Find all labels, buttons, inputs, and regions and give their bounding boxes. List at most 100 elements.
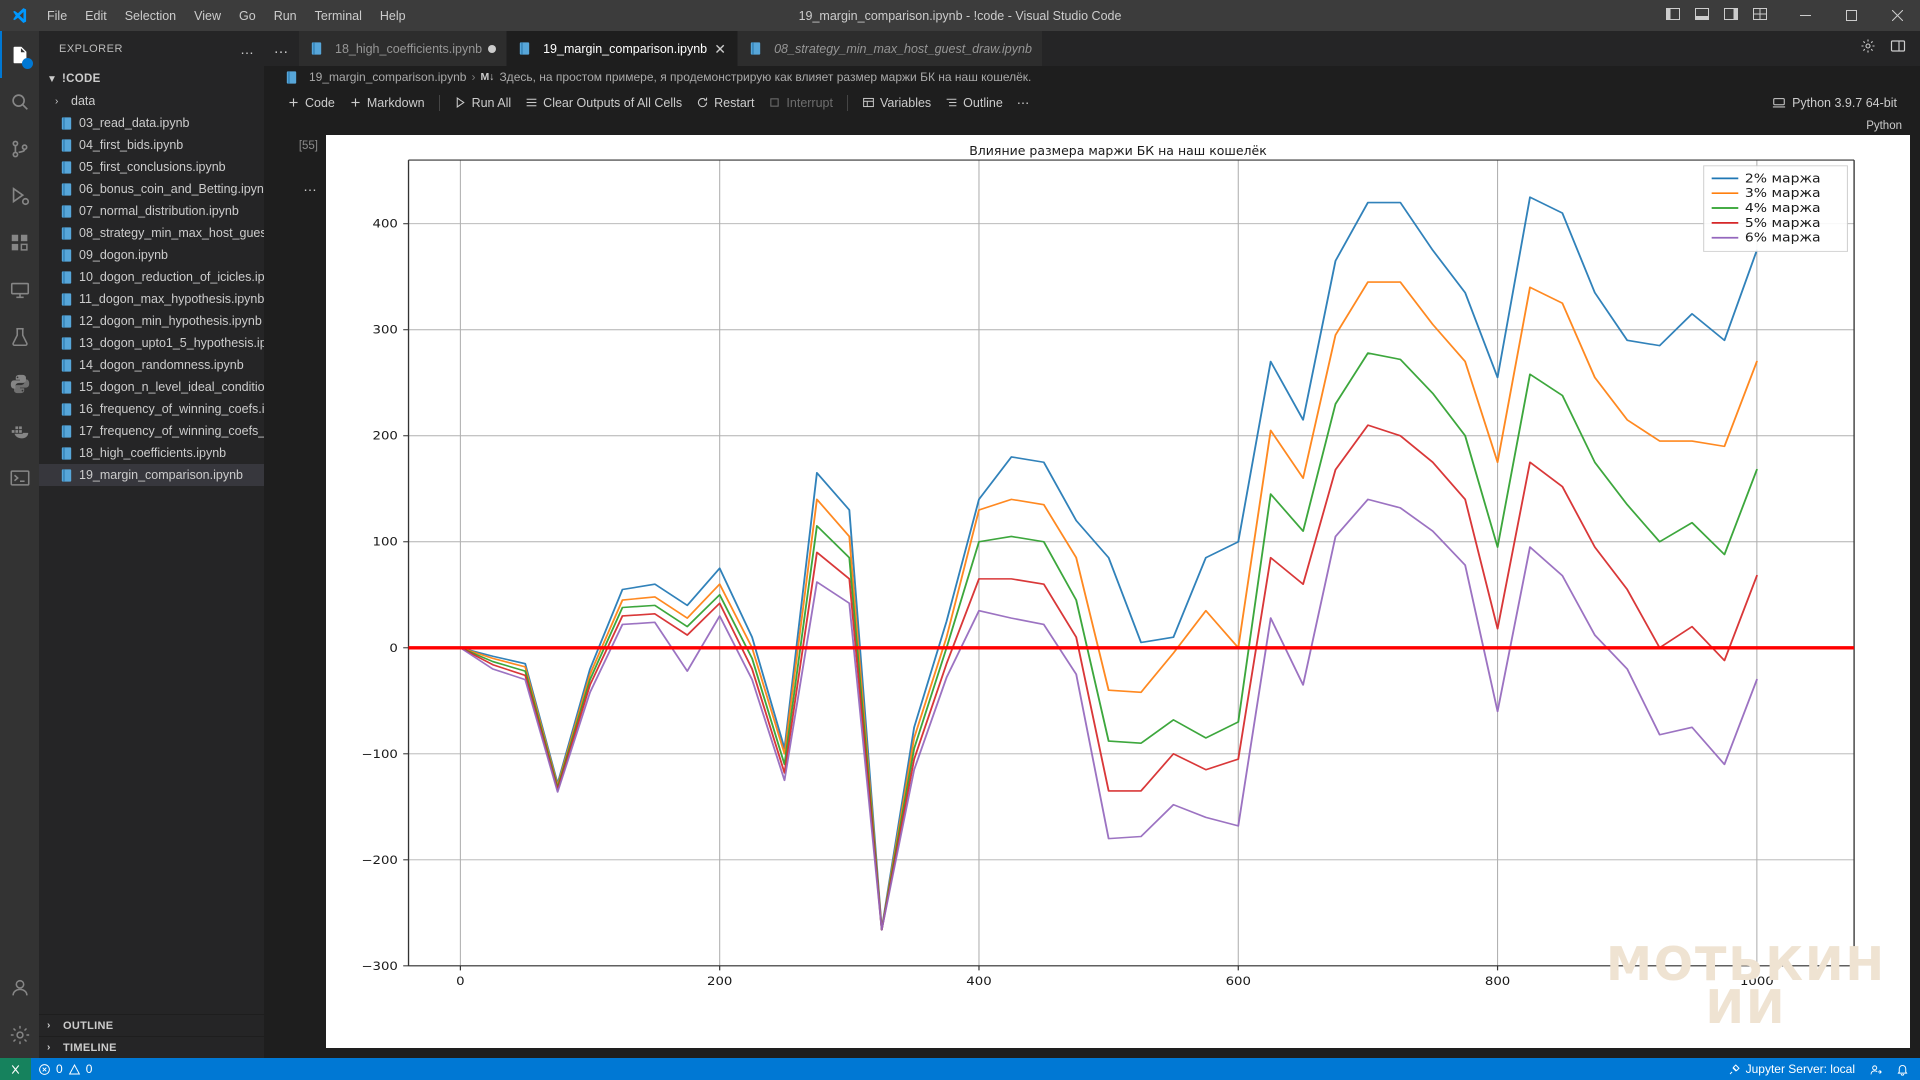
file-item[interactable]: 18_high_coefficients.ipynb <box>39 442 264 464</box>
add-markdown-cell-button[interactable]: Markdown <box>342 93 432 113</box>
breadcrumb-file[interactable]: 19_margin_comparison.ipynb <box>309 70 466 84</box>
file-tree: ▼ !CODE › data 03_read_data.ipynb 04_firs… <box>39 66 264 1014</box>
file-label: 07_normal_distribution.ipynb <box>79 204 239 218</box>
menu-file[interactable]: File <box>38 5 76 27</box>
file-item[interactable]: 19_margin_comparison.ipynb <box>39 464 264 486</box>
file-item[interactable]: 04_first_bids.ipynb <box>39 134 264 156</box>
cell-language-indicator[interactable]: Python <box>264 117 1920 135</box>
file-item[interactable]: 17_frequency_of_winning_coefs_2.ipynb <box>39 420 264 442</box>
y-tick-label: −100 <box>361 747 398 761</box>
chart-canvas: −300 −200 −100 0 100 200 300 400 0 200 400 600 800 10… <box>361 159 1855 988</box>
tab-19-margin-comparison[interactable]: 19_margin_comparison.ipynb ✕ <box>507 30 739 66</box>
tabs-more-icon[interactable]: … <box>264 31 299 66</box>
workspace-root-label: !CODE <box>62 73 101 85</box>
minimize-button[interactable] <box>1782 0 1828 31</box>
x-tick-label: 200 <box>707 974 732 988</box>
menu-selection[interactable]: Selection <box>116 5 185 27</box>
menu-terminal[interactable]: Terminal <box>306 5 371 27</box>
tab-close-icon[interactable]: ✕ <box>713 42 727 56</box>
chevron-right-icon: › <box>47 1042 51 1053</box>
file-item[interactable]: 16_frequency_of_winning_coefs.ipynb <box>39 398 264 420</box>
tab-08-strategy-min-max[interactable]: 08_strategy_min_max_host_guest_draw.ipyn… <box>738 31 1043 66</box>
outline-button[interactable]: Outline <box>938 93 1010 113</box>
interrupt-label: Interrupt <box>786 95 833 110</box>
breadcrumb-cell-text[interactable]: Здесь, на простом примере, я продемонстр… <box>499 70 1031 84</box>
cell-more-actions-icon[interactable]: … <box>303 178 318 194</box>
feedback-button[interactable] <box>1862 1058 1889 1080</box>
file-label: 05_first_conclusions.ipynb <box>79 160 226 174</box>
menu-run[interactable]: Run <box>265 5 306 27</box>
activity-extensions-icon[interactable] <box>0 219 39 266</box>
notebook-icon <box>61 446 72 460</box>
activity-search-icon[interactable] <box>0 78 39 125</box>
toolbar-divider <box>438 94 440 111</box>
file-label: 15_dogon_n_level_ideal_conditions.ipynb <box>79 380 264 394</box>
menu-help[interactable]: Help <box>371 5 415 27</box>
close-button[interactable] <box>1874 0 1920 31</box>
file-item[interactable]: 08_strategy_min_max_host_guest_draw.i... <box>39 222 264 244</box>
split-editor-icon[interactable] <box>1860 38 1876 59</box>
file-label: 08_strategy_min_max_host_guest_draw.i... <box>79 226 264 240</box>
activity-explorer-icon[interactable] <box>0 31 39 78</box>
file-item[interactable]: 09_dogon.ipynb <box>39 244 264 266</box>
activity-run-debug-icon[interactable] <box>0 172 39 219</box>
clear-outputs-button[interactable]: Clear Outputs of All Cells <box>518 93 689 113</box>
tab-18-high-coefficients[interactable]: 18_high_coefficients.ipynb <box>299 31 508 66</box>
customize-layout-icon[interactable] <box>1752 6 1768 25</box>
remote-indicator[interactable] <box>0 1058 31 1080</box>
status-bar: 0 0 Jupyter Server: local <box>0 1058 1920 1080</box>
add-code-cell-button[interactable]: Code <box>280 93 342 113</box>
cell-language-label: Python <box>1866 120 1902 132</box>
maximize-button[interactable] <box>1828 0 1874 31</box>
file-item[interactable]: 13_dogon_upto1_5_hypothesis.ipynb <box>39 332 264 354</box>
file-item[interactable]: 07_normal_distribution.ipynb <box>39 200 264 222</box>
activity-settings-gear-icon[interactable] <box>0 1011 39 1058</box>
activity-python-icon[interactable] <box>0 360 39 407</box>
outline-label: Outline <box>963 95 1003 110</box>
notebook-content: Python [55] … Влияние размера маржи БК н… <box>264 117 1920 1058</box>
jupyter-server-status[interactable]: Jupyter Server: local <box>1721 1058 1862 1080</box>
toolbar-more-icon[interactable]: ⋯ <box>1010 92 1037 113</box>
run-all-button[interactable]: Run All <box>447 93 519 113</box>
restart-kernel-button[interactable]: Restart <box>689 93 761 113</box>
activity-remote-explorer-icon[interactable] <box>0 266 39 313</box>
file-item[interactable]: 05_first_conclusions.ipynb <box>39 156 264 178</box>
toggle-secondary-sidebar-icon[interactable] <box>1723 6 1739 25</box>
editor-more-actions-icon[interactable] <box>1890 38 1906 59</box>
toggle-panel-icon[interactable] <box>1694 6 1710 25</box>
workspace-root[interactable]: ▼ !CODE <box>39 68 264 90</box>
menu-view[interactable]: View <box>185 5 230 27</box>
activity-accounts-icon[interactable] <box>0 964 39 1011</box>
file-item[interactable]: 14_dogon_randomness.ipynb <box>39 354 264 376</box>
bell-icon <box>1897 1064 1908 1076</box>
y-tick-label: 400 <box>373 217 398 231</box>
title-bar: File Edit Selection View Go Run Terminal… <box>0 0 1920 31</box>
file-item[interactable]: 06_bonus_coin_and_Betting.ipynb <box>39 178 264 200</box>
file-label: 10_dogon_reduction_of_icicles.ipynb <box>79 270 264 284</box>
activity-terminal-icon[interactable] <box>0 454 39 501</box>
notifications-button[interactable] <box>1889 1058 1916 1080</box>
file-item[interactable]: 11_dogon_max_hypothesis.ipynb <box>39 288 264 310</box>
cell-gutter: [55] … <box>264 135 326 1058</box>
kernel-selector[interactable]: Python 3.9.7 64-bit <box>1765 93 1904 113</box>
file-item[interactable]: 12_dogon_min_hypothesis.ipynb <box>39 310 264 332</box>
problems-status[interactable]: 0 0 <box>31 1058 99 1080</box>
file-item[interactable]: 03_read_data.ipynb <box>39 112 264 134</box>
outline-panel-header[interactable]: › OUTLINE <box>39 1014 264 1036</box>
timeline-panel-header[interactable]: › TIMELINE <box>39 1036 264 1058</box>
variables-button[interactable]: Variables <box>855 93 938 113</box>
activity-source-control-icon[interactable] <box>0 125 39 172</box>
toggle-primary-sidebar-icon[interactable] <box>1665 6 1681 25</box>
activity-docker-icon[interactable] <box>0 407 39 454</box>
server-icon <box>1772 97 1786 107</box>
notebook-icon <box>750 42 761 55</box>
menu-edit[interactable]: Edit <box>76 5 116 27</box>
file-item[interactable]: 15_dogon_n_level_ideal_conditions.ipynb <box>39 376 264 398</box>
explorer-more-actions-icon[interactable]: … <box>240 41 255 57</box>
folder-item-data[interactable]: › data <box>39 90 264 112</box>
file-item[interactable]: 10_dogon_reduction_of_icicles.ipynb <box>39 266 264 288</box>
activity-testing-icon[interactable] <box>0 313 39 360</box>
legend-label: 6% маржа <box>1745 232 1821 246</box>
add-markdown-label: Markdown <box>366 95 425 110</box>
menu-go[interactable]: Go <box>230 5 265 27</box>
